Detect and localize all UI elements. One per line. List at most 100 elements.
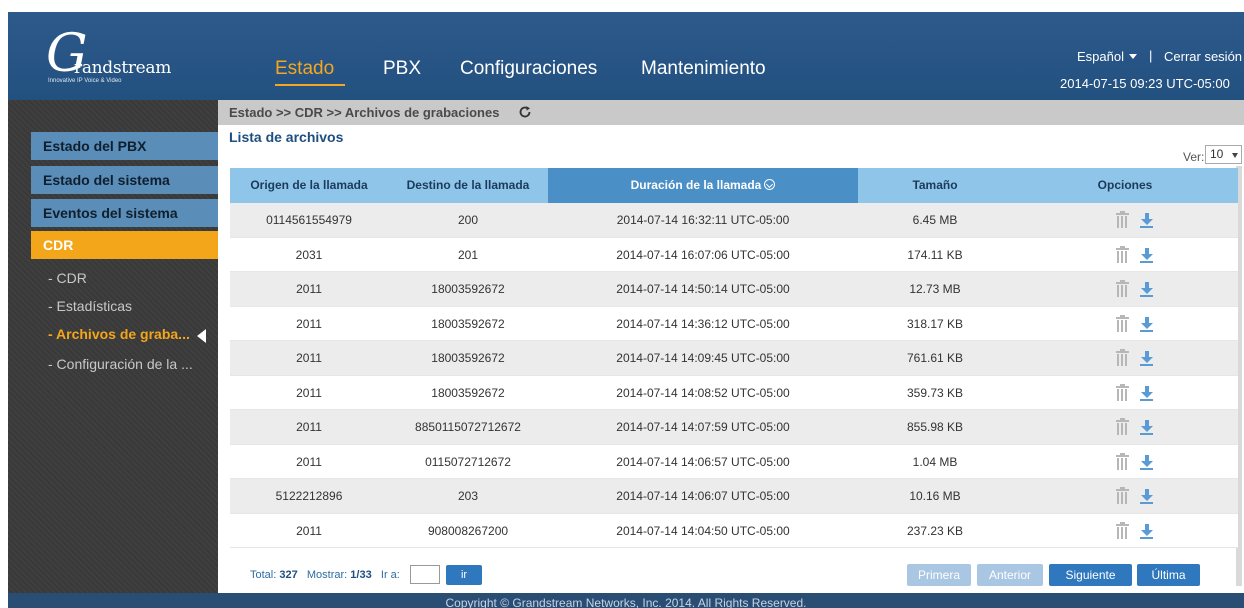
pagination: Total: 327 Mostrar: 1/33 Ir a: ir Primer…	[230, 564, 1238, 588]
cell-destino: 200	[457, 213, 479, 227]
footer: Copyright © Grandstream Networks, Inc. 2…	[8, 593, 1244, 608]
table-row[interactable]: 2011 18003592672 2014-07-14 14:36:12 UTC-0…	[230, 306, 1238, 341]
table-header: Origen de la llamada Destino de la llama…	[230, 168, 1238, 203]
table-row[interactable]: 2011 18003592672 2014-07-14 14:08:52 UTC-0…	[230, 375, 1238, 410]
table-row[interactable]: 2011 0115072712672 2014-07-14 14:06:57 UTC…	[230, 444, 1238, 479]
cell-opciones	[1012, 376, 1238, 410]
last-page-button[interactable]: Última	[1137, 564, 1200, 586]
breadcrumb: Estado >> CDR >> Archivos de grabaciones	[229, 105, 500, 120]
sidebar-item-configuracion[interactable]: - Configuración de la ...	[48, 356, 193, 372]
trash-icon[interactable]	[1116, 314, 1129, 332]
chevron-down-icon	[1232, 153, 1238, 158]
table-row[interactable]: 2011 908008267200 2014-07-14 14:04:50 UTC-…	[230, 513, 1238, 548]
download-icon[interactable]	[1140, 385, 1153, 401]
nav-mantenimiento[interactable]: Mantenimiento	[641, 58, 766, 80]
download-icon[interactable]	[1140, 282, 1153, 297]
table-row[interactable]: 5122212896 203 2014-07-14 14:06:07 UTC-05:…	[230, 479, 1238, 514]
next-page-button[interactable]: Siguiente	[1049, 564, 1132, 586]
cell-origen: 2011	[296, 385, 322, 400]
trash-icon[interactable]	[1116, 349, 1129, 366]
nav-estado[interactable]: Estado	[275, 58, 334, 80]
cell-opciones	[1012, 341, 1238, 375]
cell-opciones	[1012, 272, 1238, 306]
cell-tamano: 6.45 MB	[912, 213, 958, 227]
page-size-select[interactable]: 10	[1205, 145, 1242, 164]
table-row[interactable]: 2011 18003592672 2014-07-14 14:09:45 UTC-0…	[230, 341, 1238, 376]
cell-tamano: 1.04 MB	[912, 454, 958, 469]
top-header: G randstream Innovative IP Voice & Video…	[8, 12, 1244, 100]
download-icon[interactable]	[1140, 523, 1153, 539]
show-label: Mostrar:	[306, 569, 348, 581]
column-header-duracion-label: Duración de la llamada	[630, 178, 762, 192]
sidebar: Estado del PBX Estado del sistema Evento…	[8, 100, 218, 593]
cell-duracion: 2014-07-14 14:06:07 UTC-05:00	[616, 489, 790, 503]
column-header-destino[interactable]: Destino de la llamada	[388, 168, 548, 203]
table-row[interactable]: 0114561554979 200 2014-07-14 16:32:11 UTC-…	[230, 203, 1238, 238]
cell-duracion: 2014-07-14 14:06:57 UTC-05:00	[616, 454, 790, 469]
language-selector[interactable]: Español	[1077, 49, 1124, 64]
sidebar-section-estado-pbx[interactable]: Estado del PBX	[31, 132, 218, 160]
cell-duracion: 2014-07-14 14:36:12 UTC-05:00	[616, 316, 790, 331]
cell-duracion: 2014-07-14 14:08:52 UTC-05:00	[616, 385, 790, 400]
column-header-tamano[interactable]: Tamaño	[858, 168, 1012, 203]
trash-icon[interactable]	[1116, 487, 1129, 504]
download-icon[interactable]	[1140, 351, 1153, 366]
page-size-value: 10	[1210, 147, 1224, 161]
cell-tamano: 761.61 KB	[906, 351, 964, 365]
trash-icon[interactable]	[1116, 245, 1129, 263]
first-page-button[interactable]: Primera	[907, 564, 971, 586]
logout-link[interactable]: Cerrar sesión	[1164, 49, 1242, 64]
download-icon[interactable]	[1140, 247, 1153, 263]
sort-desc-icon	[764, 179, 776, 190]
cell-tamano: 237.23 KB	[906, 523, 964, 538]
cell-destino: 203	[457, 489, 479, 503]
sidebar-section-cdr[interactable]: CDR	[31, 231, 218, 259]
cell-tamano: 855.98 KB	[906, 420, 964, 434]
download-icon[interactable]	[1140, 454, 1153, 470]
column-header-origen[interactable]: Origen de la llamada	[230, 168, 388, 203]
goto-page-button[interactable]: ir	[446, 565, 482, 585]
chevron-down-icon[interactable]	[1129, 54, 1137, 59]
active-item-pointer	[197, 329, 206, 343]
table-row[interactable]: 2011 8850115072712672 2014-07-14 14:07:59 …	[230, 410, 1238, 445]
previous-page-button[interactable]: Anterior	[977, 564, 1043, 586]
trash-icon[interactable]	[1116, 521, 1129, 539]
table-row[interactable]: 2031 201 2014-07-14 16:07:06 UTC-05:00 174.…	[230, 237, 1238, 272]
trash-icon[interactable]	[1116, 211, 1129, 228]
cell-destino: 18003592672	[431, 351, 505, 365]
goto-page-input[interactable]	[410, 565, 440, 584]
cell-tamano: 12.73 MB	[909, 282, 961, 296]
trash-icon[interactable]	[1116, 418, 1129, 435]
sidebar-section-eventos-sistema[interactable]: Eventos del sistema	[31, 199, 218, 227]
grandstream-logo[interactable]: G randstream Innovative IP Voice & Video	[46, 24, 171, 88]
nav-configuraciones[interactable]: Configuraciones	[460, 58, 597, 80]
refresh-icon[interactable]	[518, 105, 532, 119]
cell-duracion: 2014-07-14 14:50:14 UTC-05:00	[616, 282, 790, 296]
trash-icon[interactable]	[1116, 280, 1129, 297]
cell-duracion: 2014-07-14 14:04:50 UTC-05:00	[616, 523, 790, 538]
sidebar-item-archivos-grabaciones[interactable]: - Archivos de graba...	[48, 326, 190, 342]
download-icon[interactable]	[1140, 489, 1153, 504]
trash-icon[interactable]	[1116, 383, 1129, 401]
cell-opciones	[1012, 307, 1238, 341]
cell-opciones	[1012, 445, 1238, 479]
download-icon[interactable]	[1140, 213, 1153, 228]
cell-duracion: 2014-07-14 16:07:06 UTC-05:00	[616, 247, 790, 262]
cell-duracion: 2014-07-14 16:32:11 UTC-05:00	[616, 213, 790, 227]
trash-icon[interactable]	[1116, 452, 1129, 470]
cell-opciones	[1012, 479, 1238, 513]
cell-origen: 2011	[296, 316, 322, 331]
sidebar-section-estado-sistema[interactable]: Estado del sistema	[31, 166, 218, 194]
download-icon[interactable]	[1140, 316, 1153, 332]
cell-duracion: 2014-07-14 14:09:45 UTC-05:00	[616, 351, 790, 365]
sidebar-item-cdr[interactable]: - CDR	[48, 270, 87, 286]
column-header-opciones: Opciones	[1097, 178, 1153, 192]
column-header-duracion[interactable]: Duración de la llamada	[548, 168, 858, 203]
sidebar-item-estadisticas[interactable]: - Estadísticas	[48, 298, 132, 314]
pagination-summary: Total: 327 Mostrar: 1/33 Ir a:	[250, 569, 400, 581]
system-datetime: 2014-07-15 09:23 UTC-05:00	[1060, 76, 1230, 91]
nav-pbx[interactable]: PBX	[383, 58, 421, 80]
page-indicator: 1/33	[350, 569, 372, 581]
download-icon[interactable]	[1140, 420, 1153, 435]
table-row[interactable]: 2011 18003592672 2014-07-14 14:50:14 UTC-0…	[230, 272, 1238, 307]
